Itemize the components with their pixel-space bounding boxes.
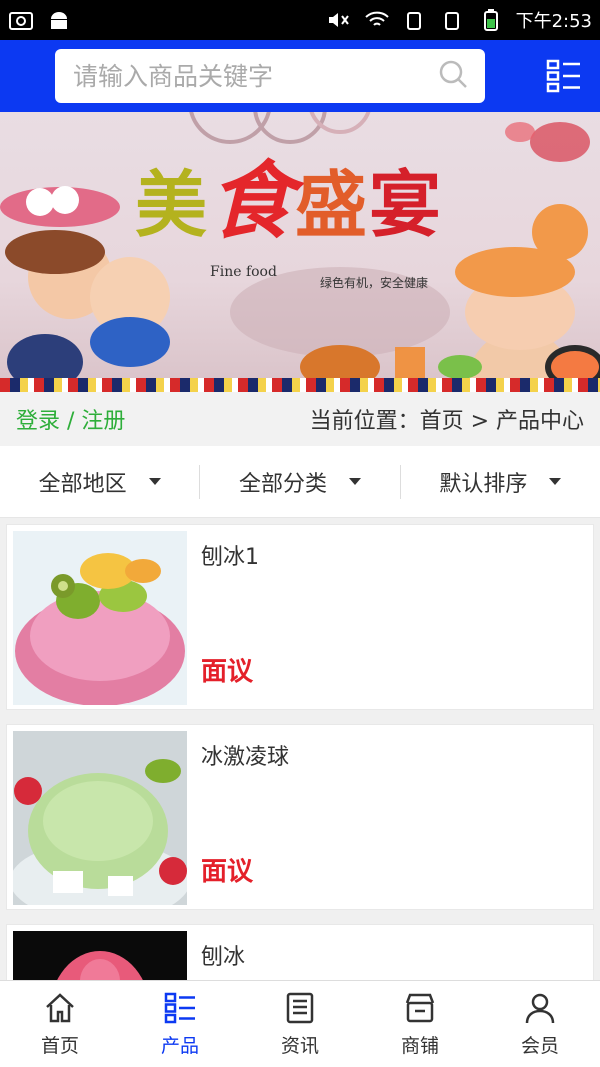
top-header — [0, 40, 600, 112]
product-image[interactable] — [13, 931, 187, 980]
tab-stores-label: 商铺 — [400, 1034, 439, 1057]
screenshot-icon — [8, 9, 34, 31]
products-icon — [164, 992, 195, 1023]
tab-home-label: 首页 — [40, 1034, 79, 1057]
store-icon — [405, 993, 435, 1022]
filter-sort-label: 默认排序 — [439, 471, 528, 497]
signal-icon-2 — [440, 9, 466, 31]
product-info: 刨冰 — [193, 925, 593, 980]
tab-home[interactable]: 首页 — [0, 981, 120, 1067]
product-image[interactable] — [13, 731, 187, 905]
filter-bar: 全部地区 全部分类 默认排序 — [0, 446, 600, 518]
news-icon — [286, 992, 314, 1023]
product-info: 刨冰1 面议 — [193, 525, 593, 709]
mute-icon — [326, 9, 352, 31]
product-list: 刨冰1 面议 冰激凌球 面议 刨冰 — [0, 518, 600, 980]
product-name[interactable]: 刨冰 — [201, 939, 585, 971]
tab-products[interactable]: 产品 — [120, 981, 240, 1067]
android-icon — [46, 9, 72, 31]
filter-category-label: 全部分类 — [238, 471, 327, 497]
chevron-down-icon — [349, 478, 361, 485]
status-time: 下午2:53 — [515, 11, 592, 32]
tab-news[interactable]: 资讯 — [240, 981, 360, 1067]
product-card[interactable]: 刨冰 — [6, 924, 594, 980]
search-input[interactable] — [73, 61, 413, 91]
product-card[interactable]: 冰激凌球 面议 — [6, 724, 594, 910]
tab-products-label: 产品 — [160, 1034, 199, 1057]
product-image[interactable] — [13, 531, 187, 705]
search-box[interactable] — [55, 49, 485, 103]
filter-category[interactable]: 全部分类 — [200, 464, 401, 499]
status-bar: 下午2:53 — [0, 0, 600, 40]
banner-fine-food: Fine food — [210, 264, 277, 280]
breadcrumb: 当前位置：首页 > 产品中心 — [309, 409, 584, 434]
banner-title-char-3: 盛 — [295, 162, 370, 247]
chevron-down-icon — [549, 478, 562, 485]
home-icon — [46, 992, 74, 1022]
product-info: 冰激凌球 面议 — [193, 725, 593, 909]
info-bar: 登录 / 注册 当前位置：首页 > 产品中心 — [0, 392, 600, 446]
banner-title: 美食盛宴 — [135, 134, 443, 255]
banner-title-char-1: 美 — [135, 162, 210, 247]
login-register-link[interactable]: 登录 / 注册 — [16, 403, 125, 435]
member-icon — [525, 993, 555, 1023]
tab-member-label: 会员 — [520, 1034, 559, 1057]
product-name[interactable]: 刨冰1 — [201, 539, 585, 571]
category-menu-icon[interactable] — [546, 58, 582, 94]
promo-banner[interactable]: Fine food 美食盛宴 绿色有机，安全健康 — [0, 112, 600, 392]
banner-title-char-2: 食 — [209, 151, 296, 250]
banner-stripe — [0, 378, 600, 392]
banner-title-char-4: 宴 — [369, 162, 444, 247]
filter-sort[interactable]: 默认排序 — [401, 465, 600, 499]
product-price: 面议 — [201, 857, 254, 887]
product-price: 面议 — [201, 657, 254, 687]
signal-icon — [402, 9, 428, 31]
battery-icon — [478, 9, 504, 31]
filter-region[interactable]: 全部地区 — [0, 464, 201, 499]
tab-stores[interactable]: 商铺 — [360, 981, 480, 1067]
banner-subtitle: 绿色有机，安全健康 — [320, 276, 429, 290]
product-name[interactable]: 冰激凌球 — [201, 739, 585, 771]
tab-news-label: 资讯 — [280, 1034, 319, 1057]
chevron-down-icon — [148, 478, 161, 485]
product-card[interactable]: 刨冰1 面议 — [6, 524, 594, 710]
filter-region-label: 全部地区 — [38, 471, 127, 497]
search-icon[interactable] — [437, 58, 469, 94]
tab-member[interactable]: 会员 — [480, 981, 600, 1067]
bottom-tab-bar: 首页 产品 资讯 商铺 会员 — [0, 980, 600, 1067]
wifi-icon — [364, 9, 390, 31]
